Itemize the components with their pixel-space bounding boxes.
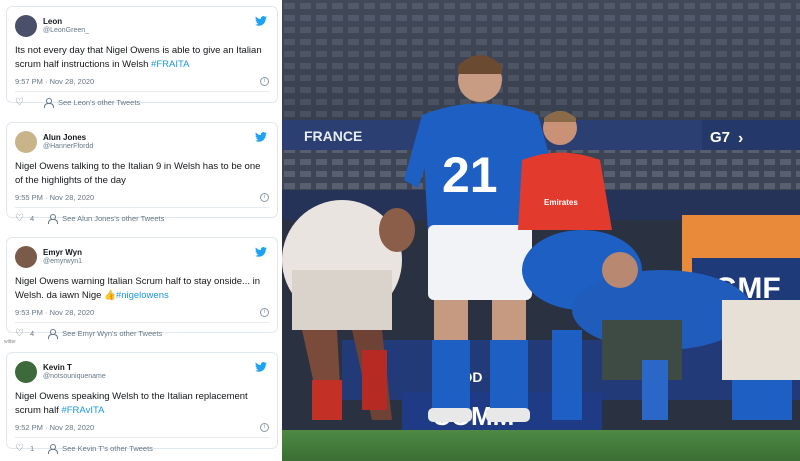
credit-text: witter: [4, 339, 16, 345]
tweet-actions: ♡ 4 See Emyr Wyn's other Tweets: [15, 327, 269, 341]
tweet-card[interactable]: Leon @LeonGreen_ Its not every day that …: [6, 6, 278, 109]
jersey-number: 21: [442, 147, 498, 203]
avatar[interactable]: [15, 15, 37, 37]
divider: [15, 436, 269, 438]
board-right-text: G7: [710, 129, 730, 146]
tweet-actions: ♡ 4 See Alun Jones's other Tweets: [15, 212, 269, 226]
info-icon[interactable]: i: [260, 76, 269, 86]
other-tweets-link[interactable]: See Kevin T's other Tweets: [62, 444, 153, 453]
hashtag-link[interactable]: #nigelowens: [116, 290, 169, 301]
pitch: [282, 430, 800, 461]
tweet-text: Nigel Owens warning Italian Scrum half t…: [15, 276, 261, 301]
twitter-bird-icon[interactable]: [255, 247, 267, 257]
other-tweets-link[interactable]: See Leon's other Tweets: [58, 98, 140, 107]
tweet-header: Alun Jones @HannerFfordd: [15, 129, 269, 155]
tweet-actions: ♡ See Leon's other Tweets: [15, 96, 269, 110]
heart-icon[interactable]: ♡: [15, 328, 24, 339]
referee-sponsor-text: Emirates: [544, 198, 578, 207]
like-count: 4: [29, 214, 35, 224]
user-name[interactable]: Emyr Wyn: [43, 248, 82, 257]
avatar[interactable]: [15, 246, 37, 268]
tweet-card[interactable]: Kevin T @notsouniquename Nigel Owens spe…: [6, 352, 278, 455]
tweet-card[interactable]: Alun Jones @HannerFfordd Nigel Owens tal…: [6, 122, 278, 225]
user-handle[interactable]: @LeonGreen_: [43, 27, 89, 34]
tweet-actions: ♡ 1 See Kevin T's other Tweets: [15, 442, 269, 456]
twitter-bird-icon[interactable]: [255, 362, 267, 372]
info-icon[interactable]: i: [260, 307, 269, 317]
info-icon[interactable]: i: [260, 422, 269, 432]
white-shorts: [428, 225, 532, 300]
divider: [15, 90, 269, 92]
tweet-meta: 9:57 PM · Nov 28, 2020 i: [15, 76, 269, 86]
tweet-column: Leon @LeonGreen_ Its not every day that …: [0, 0, 282, 461]
tweet-text: Its not every day that Nigel Owens is ab…: [15, 45, 262, 70]
tweet-header: Leon @LeonGreen_: [15, 13, 269, 39]
avatar[interactable]: [15, 361, 37, 383]
user-handle[interactable]: @HannerFfordd: [43, 143, 93, 150]
user-name[interactable]: Leon: [43, 17, 89, 26]
match-photo: FRANCE G7 › GMF FOOD COMM: [282, 0, 800, 461]
other-tweets-link[interactable]: See Alun Jones's other Tweets: [62, 214, 164, 223]
avatar[interactable]: [15, 131, 37, 153]
tweet-header: Kevin T @notsouniquename: [15, 359, 269, 385]
user-handle[interactable]: @emyrwyn1: [43, 258, 82, 265]
heart-icon[interactable]: ♡: [15, 213, 24, 224]
scrum-scene: FRANCE G7 › GMF FOOD COMM: [282, 0, 800, 461]
info-icon[interactable]: i: [260, 192, 269, 202]
tweet-text: Nigel Owens speaking Welsh to the Italia…: [15, 391, 248, 416]
hashtag-link[interactable]: #FRAvITA: [61, 405, 104, 416]
tweet-meta: 9:52 PM · Nov 28, 2020 i: [15, 422, 269, 432]
tweet-timestamp[interactable]: 9:55 PM · Nov 28, 2020: [15, 193, 94, 202]
divider: [15, 321, 269, 323]
heart-icon[interactable]: ♡: [15, 97, 24, 108]
tweet-timestamp[interactable]: 9:57 PM · Nov 28, 2020: [15, 77, 94, 86]
user-handle[interactable]: @notsouniquename: [43, 373, 106, 380]
tweet-header: Emyr Wyn @emyrwyn1: [15, 244, 269, 270]
tweet-meta: 9:55 PM · Nov 28, 2020 i: [15, 192, 269, 202]
svg-text:›: ›: [738, 130, 743, 147]
person-icon: [48, 214, 59, 225]
user-name[interactable]: Alun Jones: [43, 133, 93, 142]
twitter-bird-icon[interactable]: [255, 132, 267, 142]
tweet-timestamp[interactable]: 9:52 PM · Nov 28, 2020: [15, 423, 94, 432]
tweet-meta: 9:53 PM · Nov 28, 2020 i: [15, 307, 269, 317]
person-icon: [48, 444, 59, 455]
person-icon: [48, 329, 59, 340]
tweet-card[interactable]: Emyr Wyn @emyrwyn1 Nigel Owens warning I…: [6, 237, 278, 340]
twitter-bird-icon[interactable]: [255, 16, 267, 26]
user-name[interactable]: Kevin T: [43, 363, 106, 372]
divider: [15, 206, 269, 208]
board-left-text: FRANCE: [304, 128, 362, 144]
person-icon: [43, 98, 54, 109]
other-tweets-link[interactable]: See Emyr Wyn's other Tweets: [62, 329, 162, 338]
like-count: 4: [29, 329, 35, 339]
like-count: 1: [29, 444, 35, 454]
tweet-text: Nigel Owens talking to the Italian 9 in …: [15, 161, 261, 186]
tweet-timestamp[interactable]: 9:53 PM · Nov 28, 2020: [15, 308, 94, 317]
hashtag-link[interactable]: #FRAITA: [151, 59, 189, 70]
referee-shirt: [518, 152, 612, 230]
heart-icon[interactable]: ♡: [15, 443, 24, 454]
